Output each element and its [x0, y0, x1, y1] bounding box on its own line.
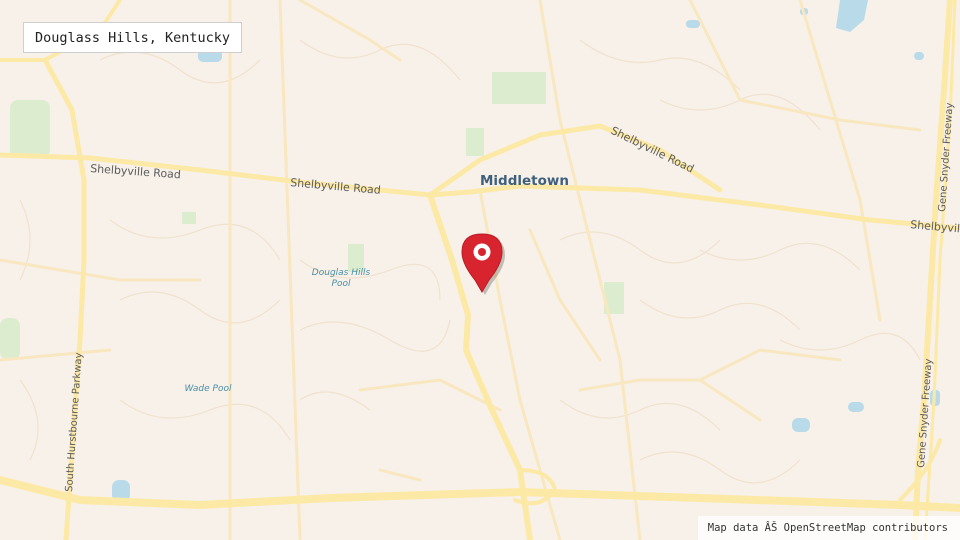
pin-dot — [478, 248, 486, 256]
location-label: Douglass Hills, Kentucky — [23, 22, 243, 53]
park-area — [466, 128, 484, 156]
map-pin-icon[interactable] — [458, 228, 506, 296]
poi-label: Douglas Hills — [312, 268, 371, 278]
pond — [686, 20, 700, 28]
park-area — [10, 100, 50, 158]
poi-label: Pool — [332, 279, 351, 289]
city-label: Middletown — [480, 173, 569, 189]
pond — [792, 418, 810, 432]
map-pin-graphic — [461, 233, 505, 295]
poi-label: Wade Pool — [185, 384, 232, 394]
park-area — [492, 72, 546, 104]
park-area — [0, 318, 20, 360]
pin-body — [461, 233, 503, 293]
pond — [848, 402, 864, 412]
pond — [914, 52, 924, 60]
park-area — [182, 212, 196, 224]
map-view[interactable]: Shelbyville Road Shelbyville Road Shelby… — [0, 0, 960, 540]
map-attribution: Map data ÂŠ OpenStreetMap contributors — [697, 516, 960, 540]
